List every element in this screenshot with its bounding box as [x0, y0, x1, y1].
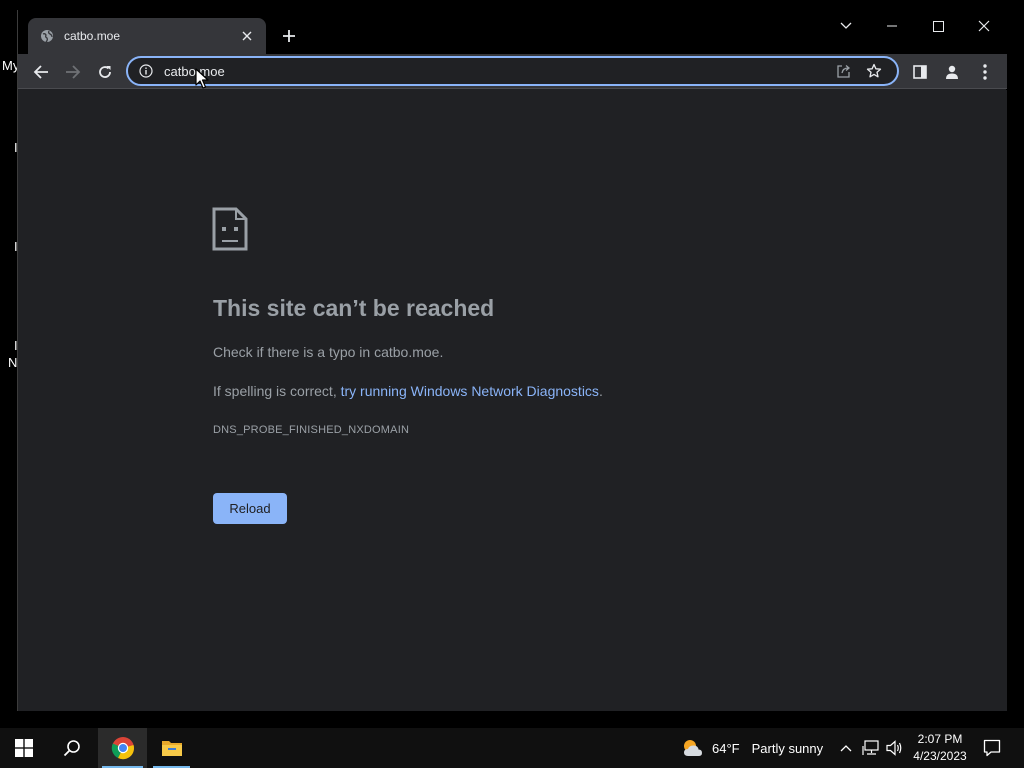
taskbar-clock[interactable]: 2:07 PM 4/23/2023 [906, 731, 974, 765]
bookmark-star-icon[interactable] [861, 58, 887, 84]
error-title: This site can’t be reached [213, 295, 495, 321]
volume-icon[interactable] [885, 738, 905, 758]
tab-search-chevron-icon[interactable] [824, 12, 868, 40]
address-bar-url[interactable]: catbo.moe [164, 64, 827, 79]
partly-sunny-icon [684, 740, 702, 756]
reload-button[interactable]: Reload [213, 493, 287, 524]
error-typo-hint: Check if there is a typo in catbo.moe. [213, 344, 444, 360]
address-bar[interactable]: catbo.moe [126, 56, 899, 86]
taskbar: 64°F Partly sunny 2:07 PM 4/23/2023 [0, 728, 1024, 768]
globe-icon [40, 29, 54, 43]
share-icon[interactable] [831, 58, 857, 84]
network-diagnostics-link[interactable]: try running Windows Network Diagnostics [341, 383, 599, 399]
tab-strip: catbo.moe [18, 10, 1007, 54]
weather-temperature: 64°F [712, 740, 740, 756]
profile-icon[interactable] [938, 58, 966, 86]
diagnostics-suffix: . [598, 383, 603, 399]
close-window-button[interactable] [962, 12, 1006, 40]
new-tab-button[interactable] [277, 24, 301, 48]
network-icon[interactable] [861, 738, 881, 758]
search-icon [63, 740, 80, 757]
taskbar-file-explorer[interactable] [149, 728, 194, 768]
start-button[interactable] [0, 728, 48, 768]
reload-icon[interactable] [91, 58, 119, 86]
forward-button[interactable] [59, 58, 87, 86]
weather-condition: Partly sunny [751, 740, 824, 756]
clock-time: 2:07 PM [917, 732, 963, 746]
side-panel-icon[interactable] [906, 58, 934, 86]
back-button[interactable] [27, 58, 55, 86]
search-button[interactable] [48, 728, 96, 768]
diagnostics-prefix: If spelling is correct, [213, 383, 341, 399]
notifications-icon[interactable] [982, 738, 1002, 758]
tab-catbo[interactable]: catbo.moe [28, 18, 266, 54]
error-page: This site can’t be reached Check if ther… [18, 90, 1007, 711]
menu-kebab-icon[interactable] [971, 58, 999, 86]
minimize-button[interactable] [870, 12, 914, 40]
tab-title: catbo.moe [64, 29, 121, 43]
error-diagnostics-hint: If spelling is correct, try running Wind… [213, 383, 603, 399]
clock-date: 4/23/2023 [913, 749, 967, 763]
maximize-button[interactable] [916, 12, 960, 40]
browser-toolbar: catbo.moe [18, 54, 1007, 89]
taskbar-chrome[interactable] [98, 728, 147, 768]
sad-page-icon [212, 207, 248, 251]
weather-widget[interactable]: 64°F Partly sunny [680, 728, 823, 768]
windows-logo-icon [15, 739, 33, 757]
site-info-icon[interactable] [138, 63, 154, 79]
error-code: DNS_PROBE_FINISHED_NXDOMAIN [213, 424, 410, 436]
chrome-icon [111, 737, 134, 760]
desktop-label-fragment: N [8, 355, 18, 370]
browser-window: catbo.moe catbo.moe This site can’t be r… [17, 10, 1007, 711]
mouse-cursor-icon [195, 68, 209, 89]
folder-icon [161, 741, 182, 756]
show-hidden-icons-chevron-icon[interactable] [836, 738, 856, 758]
tab-close-icon[interactable] [238, 27, 256, 45]
